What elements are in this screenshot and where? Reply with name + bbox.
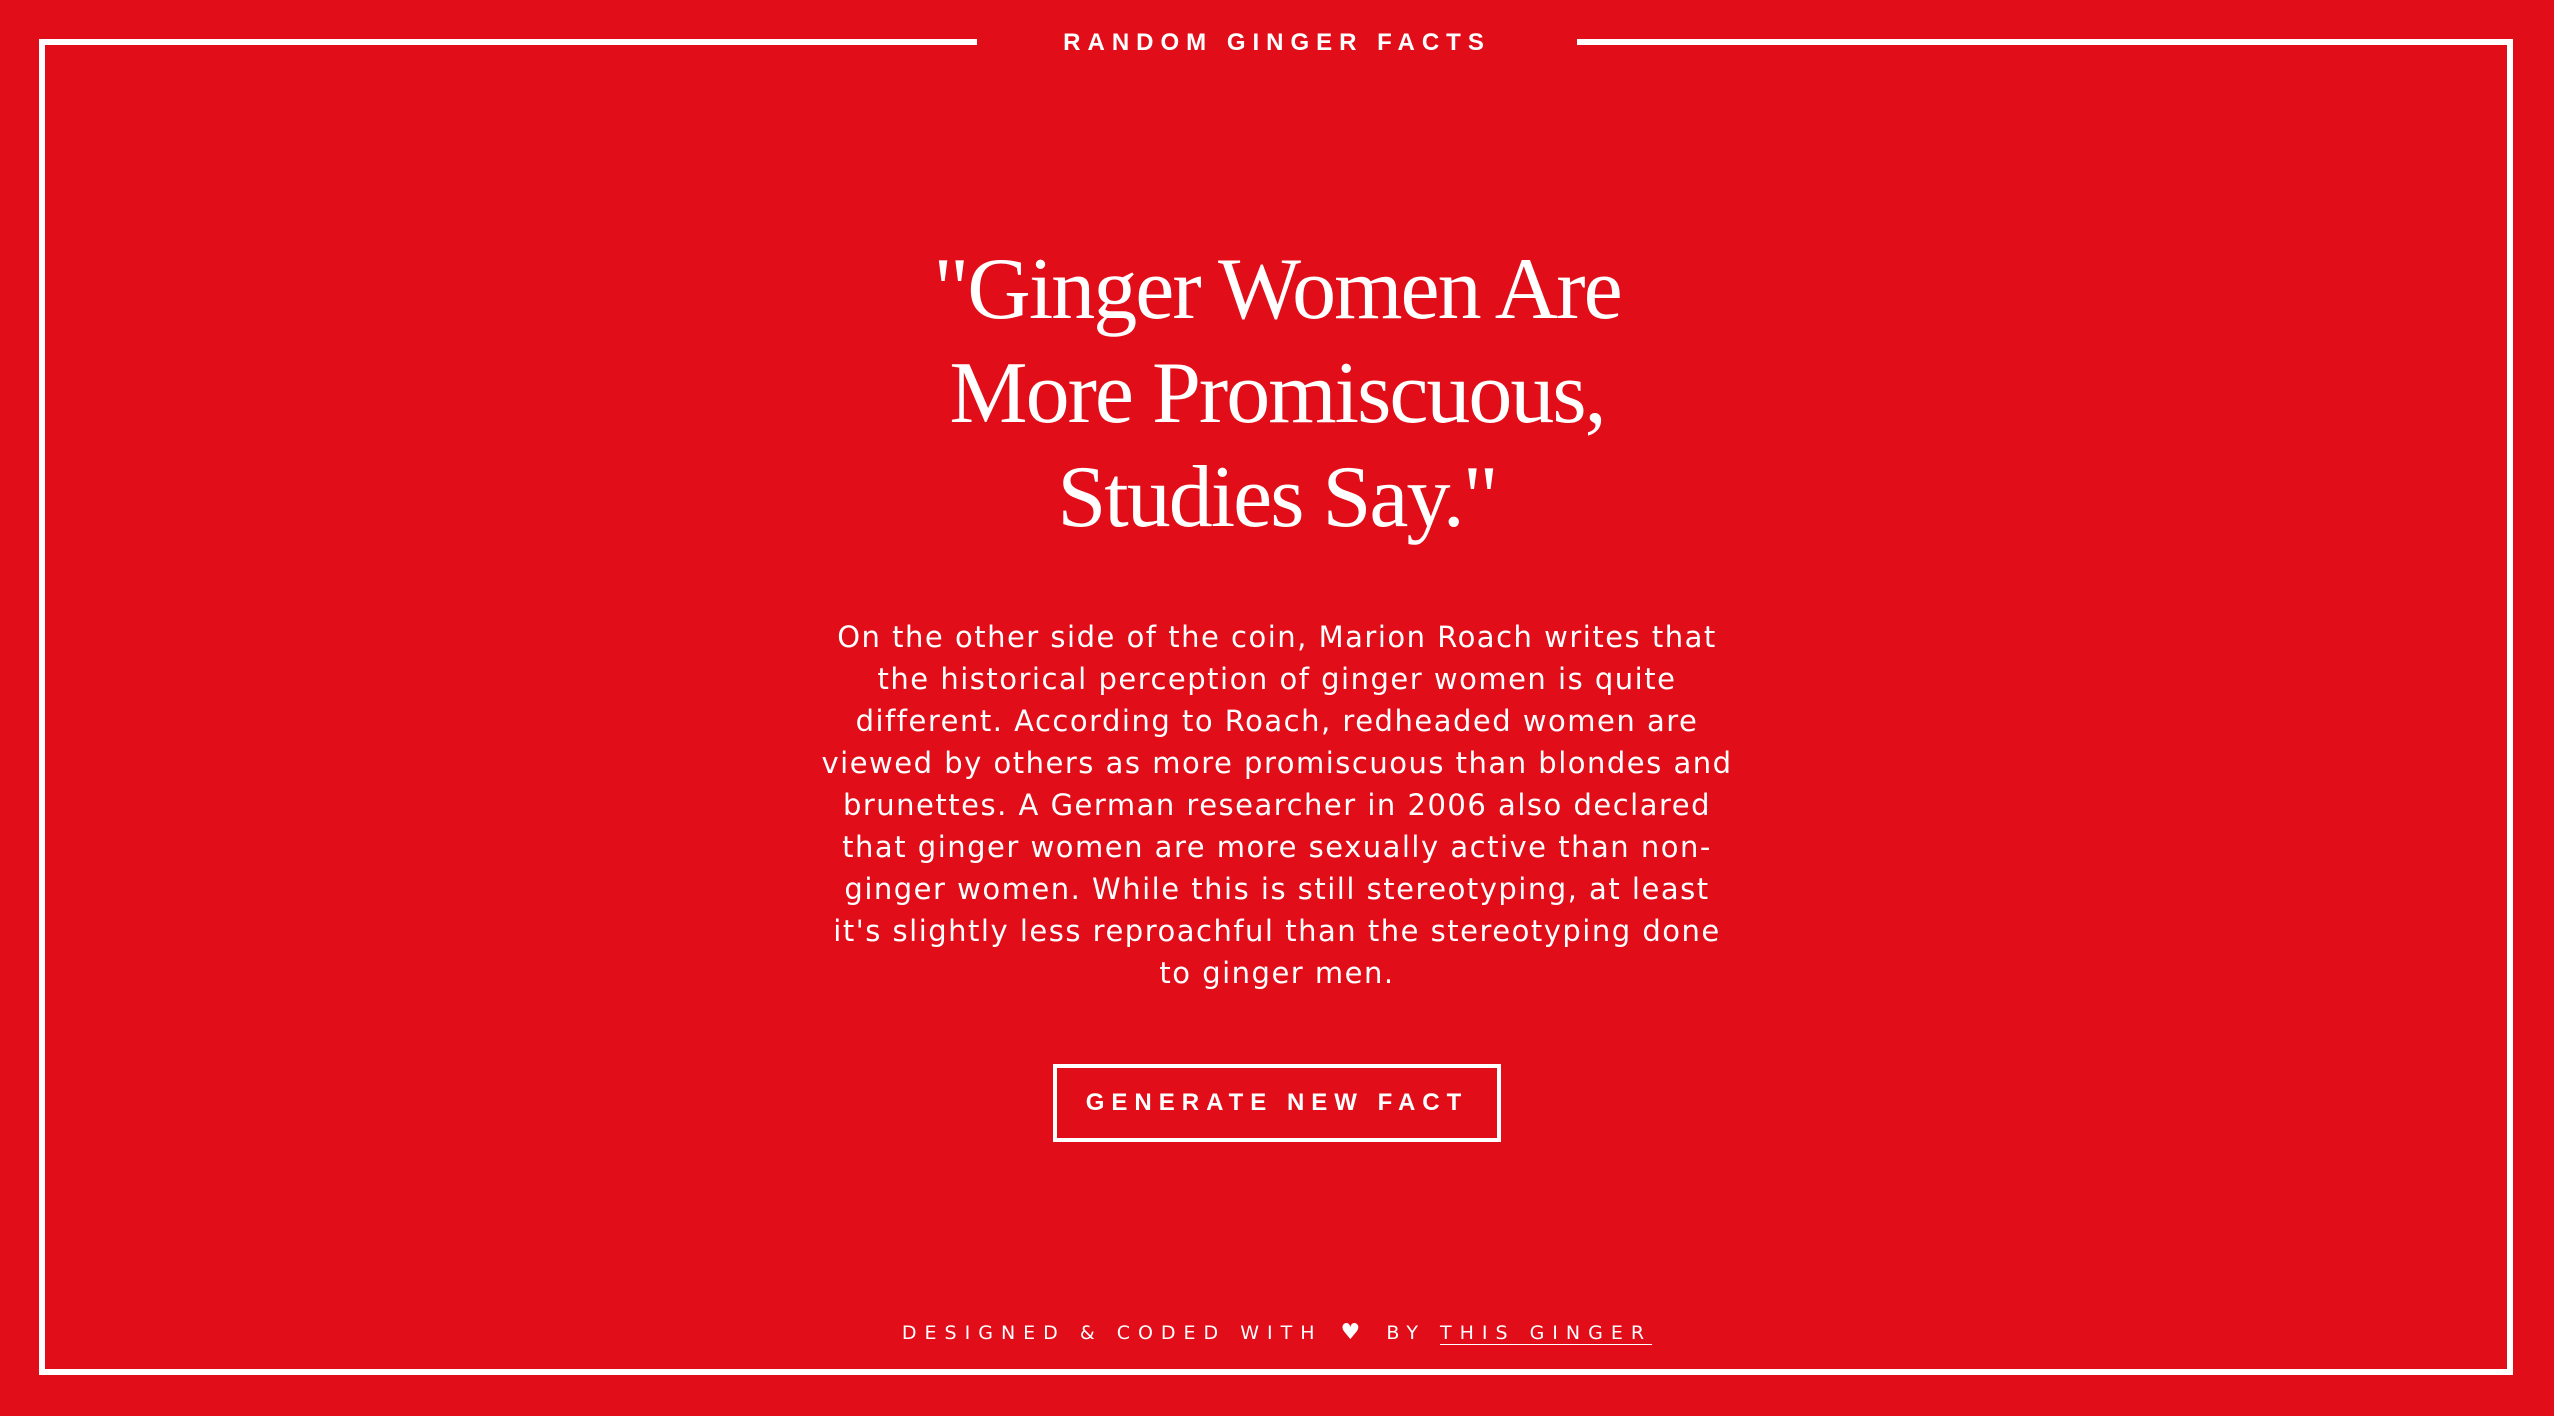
footer-by: BY — [1386, 1322, 1426, 1344]
fact-title-line: More Promiscuous, — [949, 345, 1606, 442]
fact-title-line: "Ginger Women Are — [933, 241, 1622, 338]
fact-body: On the other side of the coin, Marion Ro… — [821, 620, 1733, 990]
fact-title: "Ginger Women Are More Promiscuous, Stud… — [897, 238, 1657, 550]
site-title: RANDOM GINGER FACTS — [1063, 29, 1491, 56]
this-ginger-link[interactable]: THIS GINGER — [1440, 1322, 1652, 1344]
footer-prefix: DESIGNED & CODED WITH — [901, 1322, 1323, 1344]
fact-card: "Ginger Women Are More Promiscuous, Stud… — [777, 238, 1777, 1142]
heart-icon: ♥ — [1340, 1320, 1361, 1345]
fact-title-line: Studies Say." — [1057, 449, 1498, 546]
button-row: GENERATE NEW FACT — [777, 1064, 1777, 1142]
footer: DESIGNED & CODED WITH ♥ BY THIS GINGER — [0, 1320, 2554, 1345]
generate-new-fact-button[interactable]: GENERATE NEW FACT — [1053, 1064, 1501, 1142]
header: RANDOM GINGER FACTS — [977, 18, 1577, 68]
